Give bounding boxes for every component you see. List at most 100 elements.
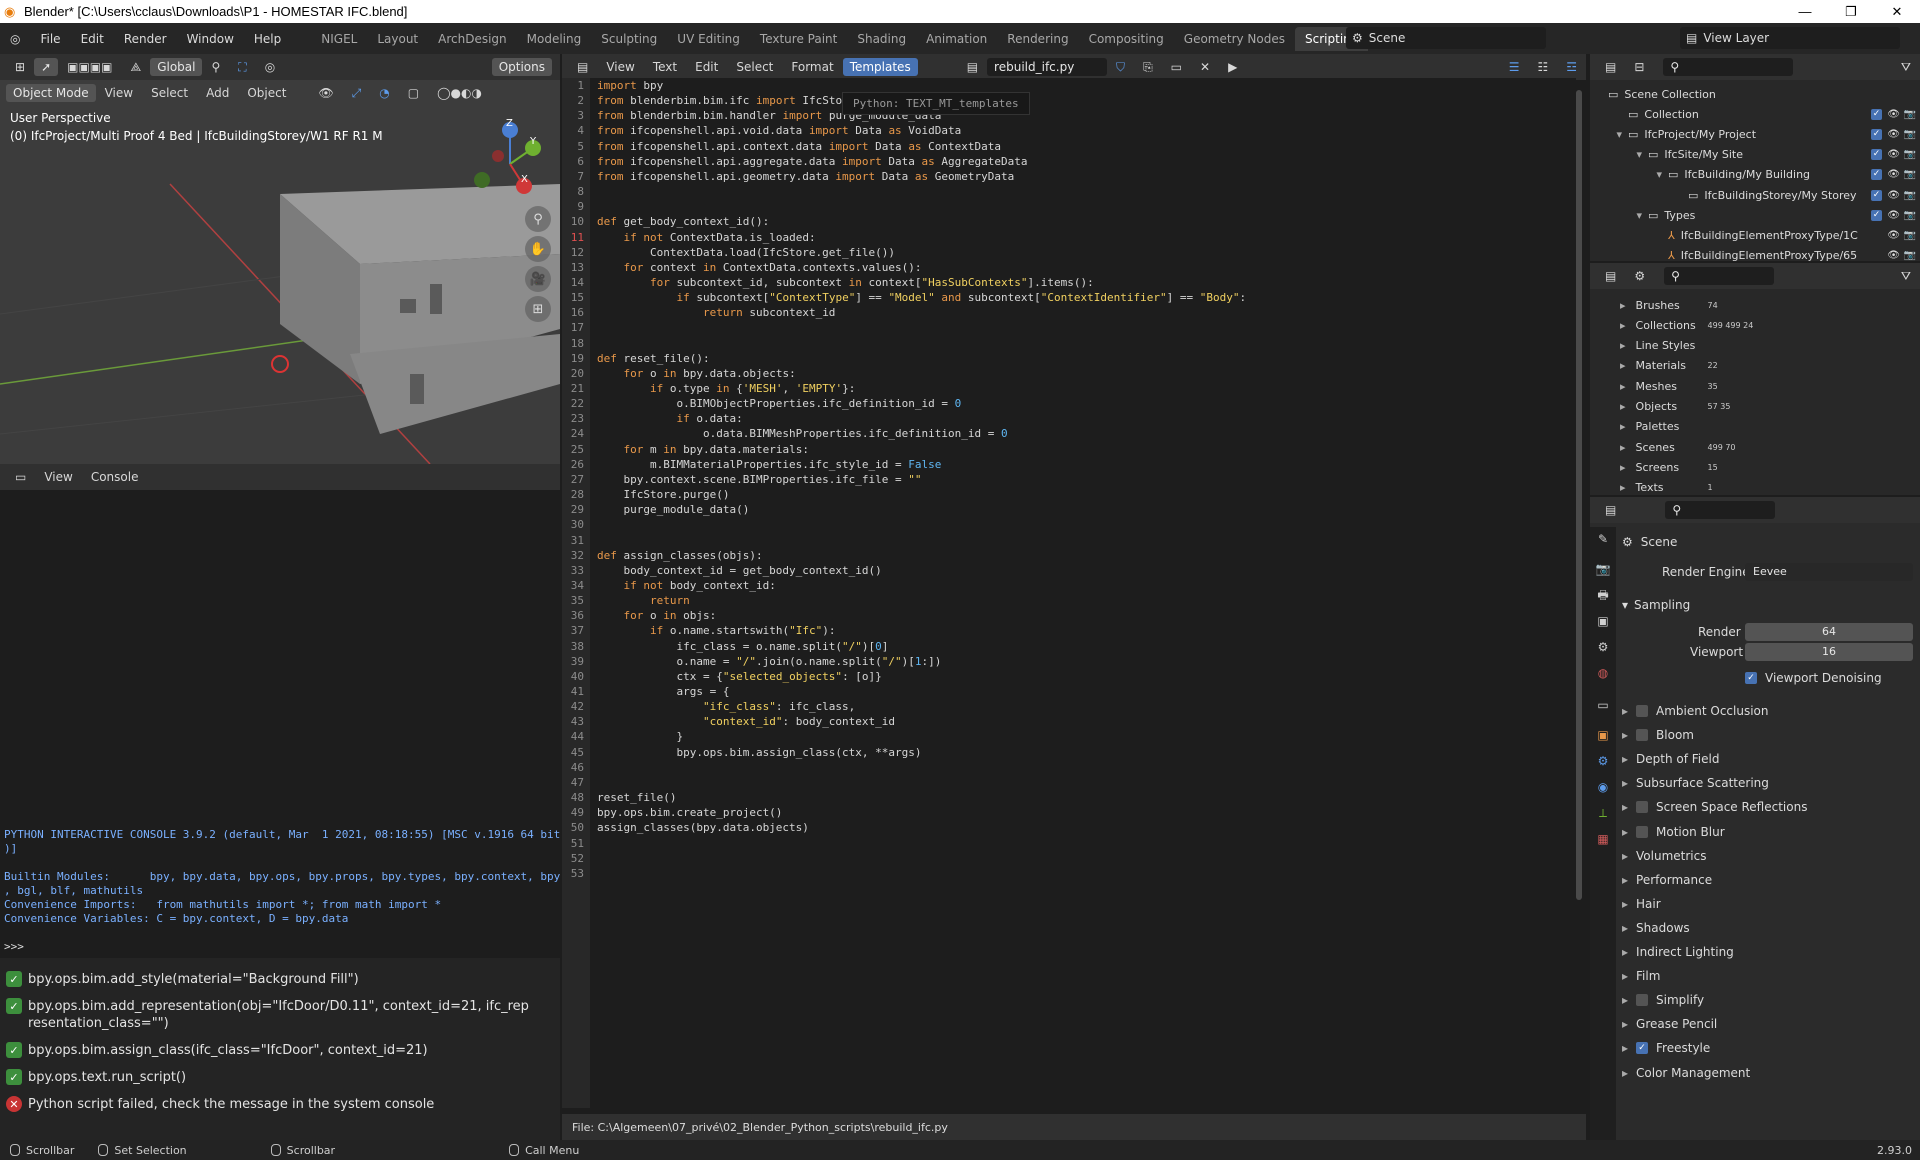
expand-arrow-icon[interactable]: ▸	[1620, 359, 1626, 372]
workspace-tab[interactable]: NIGEL	[311, 27, 367, 51]
render-section-header[interactable]: ▸ Subsurface Scattering	[1622, 772, 1769, 794]
data-browser-search-field[interactable]: ⚲	[1664, 267, 1775, 285]
maximize-button[interactable]: ❐	[1828, 0, 1874, 23]
data-browser-row[interactable]: ▸ Objects 57 35	[1590, 397, 1730, 417]
blend-data-browser[interactable]: ▤ ⚙ ⚲ ⛛ ▸ Brushes 74 ▸ Collections 499 499 24…	[1590, 263, 1920, 506]
workspace-tab[interactable]: Sculpting	[591, 27, 667, 51]
render-section-header[interactable]: ▸ Hair	[1622, 893, 1661, 915]
properties-editor[interactable]: ▤ ⚲ ✎ 📷 🖶 ▣ ⚙ ◍ ▭ ▣ ⚙ ◉ ⟂ ▦ ⚙ Scene Rend…	[1590, 497, 1920, 1140]
workspace-tab[interactable]: ArchDesign	[428, 27, 517, 51]
new-text-icon[interactable]: ⎘	[1134, 60, 1162, 75]
data-browser-row[interactable]: ▸ Meshes 35	[1590, 376, 1718, 396]
console-editor-type-icon[interactable]: ▭	[6, 470, 35, 484]
data-browser-row[interactable]: ▸ Texts 1	[1590, 478, 1713, 498]
render-section-header[interactable]: ▸ Ambient Occlusion	[1622, 700, 1769, 722]
pan-hand-icon[interactable]: ✋	[525, 236, 551, 262]
menu-render[interactable]: Render	[114, 32, 177, 46]
open-text-icon[interactable]: ▭	[1162, 60, 1191, 74]
render-section-header[interactable]: ▸ Bloom	[1622, 724, 1694, 746]
data-browser-row[interactable]: ▸ Brushes 74	[1590, 295, 1718, 315]
render-camera-icon[interactable]: 📷	[1904, 149, 1916, 160]
physics-tab-icon[interactable]: ◉	[1595, 779, 1611, 795]
texture-tab-icon[interactable]: ▦	[1595, 831, 1611, 847]
section-enable-checkbox[interactable]	[1636, 705, 1649, 717]
text-editor-type-icon[interactable]: ▤	[568, 60, 597, 74]
render-section-header[interactable]: ▸ Indirect Lighting	[1622, 941, 1734, 963]
view-layer-selector[interactable]: ▤ View Layer	[1680, 27, 1900, 49]
render-section-header[interactable]: ▸ Color Management	[1622, 1062, 1750, 1084]
workspace-tab[interactable]: Compositing	[1079, 27, 1174, 51]
data-browser-row[interactable]: ▸ Scenes 499 70	[1590, 437, 1736, 457]
render-camera-icon[interactable]: 📷	[1904, 109, 1916, 120]
properties-search-field[interactable]: ⚲	[1665, 501, 1776, 519]
workspace-tab[interactable]: Shading	[847, 27, 916, 51]
eye-icon[interactable]: 👁	[1887, 230, 1900, 241]
zoom-icon[interactable]: ⚲	[525, 206, 551, 232]
section-enable-checkbox[interactable]	[1636, 994, 1649, 1007]
data-browser-row[interactable]: ▸ Collections 499 499 24	[1590, 315, 1753, 335]
section-enable-checkbox[interactable]	[1636, 729, 1649, 742]
te-menu-format[interactable]: Format	[782, 60, 842, 74]
expand-arrow-icon[interactable]: ▸	[1620, 339, 1626, 352]
expand-arrow-icon[interactable]: ▸	[1620, 319, 1626, 332]
unlink-text-icon[interactable]: ✕	[1191, 60, 1219, 74]
render-samples-field[interactable]: 64	[1745, 623, 1913, 641]
data-browser-row[interactable]: ▸ Line Styles	[1590, 336, 1708, 356]
grid-view-icon[interactable]: ⊞	[525, 296, 551, 322]
te-menu-view[interactable]: View	[597, 60, 643, 74]
console-menu-view[interactable]: View	[35, 470, 81, 484]
exclude-checkbox[interactable]: ✓	[1871, 149, 1882, 161]
data-browser-editor-type-icon[interactable]: ▤	[1596, 269, 1625, 283]
viewport-denoising-row[interactable]: ✓ Viewport Denoising	[1745, 667, 1882, 689]
outliner-row[interactable]: ▾ ▭ IfcProject/My Project ✓ 👁 📷	[1590, 124, 1920, 144]
expand-arrow-icon[interactable]: ▸	[1620, 441, 1626, 454]
fake-user-icon[interactable]: ⛉	[1107, 60, 1134, 75]
te-menu-edit[interactable]: Edit	[686, 60, 727, 74]
properties-editor-type-icon[interactable]: ▤	[1596, 503, 1625, 517]
data-browser-row[interactable]: ▸ Materials 22	[1590, 356, 1718, 376]
te-menu-select[interactable]: Select	[727, 60, 782, 74]
render-section-header[interactable]: ▸ Volumetrics	[1622, 845, 1706, 867]
expand-arrow-icon[interactable]: ▾	[1590, 209, 1642, 222]
expand-arrow-icon[interactable]: ▸	[1620, 299, 1626, 312]
blender-menu-icon[interactable]: ◎	[0, 32, 30, 46]
outliner-row[interactable]: ⅄ IfcBuildingElementProxyType/1C 👁 📷	[1590, 225, 1920, 245]
expand-arrow-icon[interactable]: ▾	[1590, 128, 1622, 141]
render-camera-icon[interactable]: 📷	[1904, 169, 1916, 180]
viewport-samples-field[interactable]: 16	[1745, 643, 1913, 661]
menu-file[interactable]: File	[30, 32, 70, 46]
outliner-row[interactable]: ▭ Scene Collection	[1590, 84, 1920, 104]
minimize-button[interactable]: —	[1782, 0, 1828, 23]
output-tab-icon[interactable]: 🖶	[1595, 587, 1611, 603]
render-engine-dropdown[interactable]: Eevee	[1745, 563, 1913, 581]
render-section-header[interactable]: ▸ Screen Space Reflections	[1622, 796, 1807, 818]
collection-tab-icon[interactable]: ▭	[1595, 697, 1611, 713]
expand-arrow-icon[interactable]: ▸	[1620, 380, 1626, 393]
expand-arrow-icon[interactable]: ▾	[1590, 168, 1662, 181]
line-numbers-toggle-icon[interactable]: ☰	[1500, 60, 1529, 74]
run-script-button[interactable]: ▶	[1219, 60, 1246, 74]
data-browser-filter-icon[interactable]: ⛛	[1892, 269, 1920, 284]
workspace-tab[interactable]: Animation	[916, 27, 997, 51]
viewport-denoising-checkbox[interactable]: ✓	[1745, 672, 1757, 684]
tool-tab-icon[interactable]: ✎	[1595, 531, 1611, 547]
outliner-row[interactable]: ▾ ▭ IfcBuilding/My Building ✓ 👁 📷	[1590, 165, 1920, 185]
close-button[interactable]: ✕	[1874, 0, 1920, 23]
workspace-tab[interactable]: Rendering	[997, 27, 1078, 51]
section-enable-checkbox[interactable]	[1636, 825, 1649, 838]
menu-help[interactable]: Help	[244, 32, 291, 46]
code-area[interactable]: 1 import bpy 2 from blenderbim.bim.ifc impo…	[562, 78, 1576, 1108]
render-section-header[interactable]: ▸ Performance	[1622, 869, 1712, 891]
render-section-header[interactable]: ▸ Grease Pencil	[1622, 1013, 1717, 1035]
syntax-highlight-toggle-icon[interactable]: ☲	[1557, 60, 1586, 74]
te-menu-text[interactable]: Text	[644, 60, 686, 74]
expand-arrow-icon[interactable]: ▸	[1620, 461, 1626, 474]
view-layer-tab-icon[interactable]: ▣	[1595, 613, 1611, 629]
word-wrap-toggle-icon[interactable]: ☷	[1528, 60, 1557, 74]
scene-tab-icon[interactable]: ⚙	[1595, 639, 1611, 655]
render-camera-icon[interactable]: 📷	[1904, 250, 1916, 261]
render-section-header[interactable]: ▸ Simplify	[1622, 989, 1704, 1011]
console-menu-console[interactable]: Console	[82, 470, 148, 484]
outliner-row[interactable]: ▭ Collection ✓ 👁 📷	[1590, 104, 1920, 124]
outliner[interactable]: ▤ ⊟ ⚲ ⛛ ▭ Scene Collection ▭ Collection ✓ 👁 📷 ▾…	[1590, 54, 1920, 262]
